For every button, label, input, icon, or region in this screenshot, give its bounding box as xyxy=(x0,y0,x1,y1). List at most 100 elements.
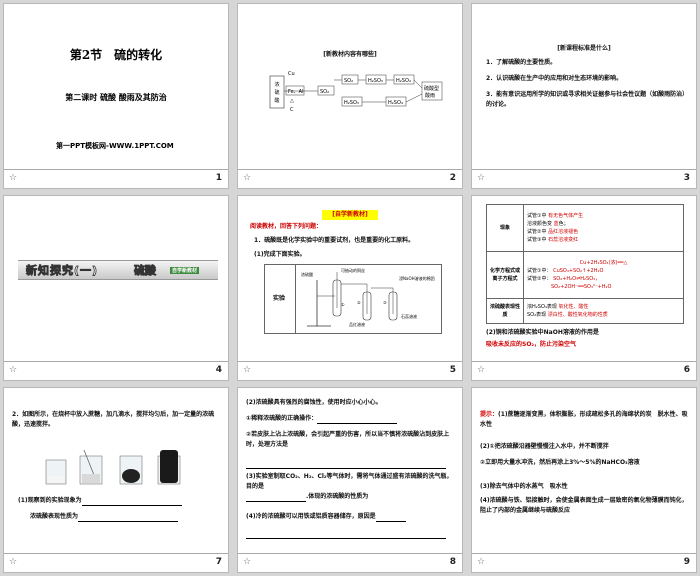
svg-text:浓: 浓 xyxy=(274,81,279,88)
question-2: 2．如图所示，在烧杯中放入蔗糖，加几滴水，搅拌均匀后，加一定量的浓硫酸，迅速搅拌… xyxy=(12,411,215,428)
apparatus-diagram: 可抽动的铜丝 浓硫酸 品红溶液 石蕊溶液 浸NaOH溶液的棉团 ① ② ③ xyxy=(301,267,435,327)
slide-subtitle: 第二课时 硫酸 酸雨及其防治 xyxy=(65,93,167,102)
copper-wire-label: 可抽动的铜丝 xyxy=(341,267,365,273)
slide-footer: ☆ 2 xyxy=(238,169,462,188)
slide-5[interactable]: [自学新教材] 阅读教材，回答下列问题： 1．硫酸既是化学实验中的重要试剂，也是… xyxy=(237,195,463,381)
question-2-3: (3)实验室制取CO₂、H₂、Cl₂等气体时，需将气体通过盛有浓硫酸的洗气瓶，目… xyxy=(246,473,453,490)
hint-answer-2: (2)①把浓硫酸沿器壁慢慢注入水中，并不断搅拌 xyxy=(480,443,609,450)
question-2-answer: 吸收未反应的SO₂，防止污染空气 xyxy=(486,341,577,348)
star-icon: ☆ xyxy=(243,365,252,375)
section-badge: 自学新教材 xyxy=(170,267,200,274)
slide-footer: ☆ 9 xyxy=(472,553,696,572)
question-1: 1．硫酸既是化学实验中的重要试剂，也是重要的化工原料。 xyxy=(254,237,415,244)
slide-8[interactable]: (2)浓硫酸具有强烈的腐蚀性，使用时应小心小心。 ①稀释浓硫酸的正确操作： ②若… xyxy=(237,387,463,573)
litmus-label: 石蕊溶液 xyxy=(401,313,417,319)
svg-text:Fe、Al: Fe、Al xyxy=(288,89,304,95)
slide-footer: ☆ 1 xyxy=(4,169,228,188)
tube-1-label: ① xyxy=(341,302,345,307)
tube-2-label: ② xyxy=(357,300,361,305)
svg-text:硫酸型: 硫酸型 xyxy=(424,85,439,92)
star-icon: ☆ xyxy=(9,365,18,375)
hint-answer-5: (4)浓硫酸与铁、铝接触时，会使金属表面生成一层致密的氧化物薄膜而钝化，阻止了内… xyxy=(480,497,688,514)
row-label-property: 浓硫酸表现性质 xyxy=(486,298,524,324)
row-label-equation: 化学方程式或离子方程式 xyxy=(486,251,524,299)
slide-9[interactable]: 提示：(1)蔗糖逐渐变黑，体积膨胀，形成疏松多孔的海绵状的炭 脱水性、吸水性 (… xyxy=(471,387,697,573)
svg-text:H₂SO₃: H₂SO₃ xyxy=(344,100,359,106)
soda-label: 浸NaOH溶液的棉团 xyxy=(399,275,435,281)
question-2-2-1: ①稀释浓硫酸的正确操作： xyxy=(246,414,456,424)
slide-header: [新教材内容有哪些] xyxy=(323,51,377,58)
slide-header: [自学新教材] xyxy=(322,210,378,220)
hint-answer-4: (3)除去气体中的水蒸气 吸水性 xyxy=(480,483,568,490)
answer-line xyxy=(246,460,446,469)
experiment-label: 实验 xyxy=(273,295,286,302)
red-solution-label: 品红溶液 xyxy=(349,321,365,327)
slide-number: 4 xyxy=(215,365,222,375)
experiment-table: 实验 可抽动的铜丝 浓硫酸 品红溶液 石蕊溶液 浸NaOH溶液的棉团 ① ② ③ xyxy=(264,264,442,334)
svg-text:酸雨: 酸雨 xyxy=(425,92,435,99)
slide-3[interactable]: [新课程标准是什么] 1．了解硫酸的主要性质。 2．认识硫酸在生产中的应用和对生… xyxy=(471,3,697,189)
svg-text:H₂SO₄: H₂SO₄ xyxy=(388,100,403,106)
slide-2[interactable]: [新教材内容有哪些] 浓硫酸 Cu Fe、Al △ C SO₂ SO₂ H₂SO… xyxy=(237,3,463,189)
concentrated-acid-label: 浓硫酸 xyxy=(301,271,313,277)
star-icon: ☆ xyxy=(9,173,18,183)
slide-footer: ☆ 6 xyxy=(472,361,696,380)
question-2-3b: .体现的浓硫酸的性质为 xyxy=(246,492,456,502)
star-icon: ☆ xyxy=(477,557,486,567)
question-2-1b: 浓硫酸表现性质为 xyxy=(30,512,179,522)
reading-intro: 阅读教材，回答下列问题： xyxy=(250,223,323,230)
standard-item-1: 1．了解硫酸的主要性质。 xyxy=(486,59,557,66)
slide-footer: ☆ 7 xyxy=(4,553,228,572)
sulfur-conversion-diagram: 浓硫酸 Cu Fe、Al △ C SO₂ SO₂ H₂SO₃ H₂SO₄ H₂S… xyxy=(269,71,443,113)
template-link: 第一PPT模板网-WWW.1PPT.COM xyxy=(56,142,174,150)
slide-footer: ☆ 3 xyxy=(472,169,696,188)
slide-number: 1 xyxy=(215,173,222,183)
hint-answer-3: ②立即用大量水冲洗，然后再涂上3%～5%的NaHCO₃溶液 xyxy=(480,459,640,466)
star-icon: ☆ xyxy=(477,365,486,375)
star-icon: ☆ xyxy=(243,557,252,567)
tube-3-label: ③ xyxy=(383,300,387,305)
slide-number: 6 xyxy=(683,365,690,375)
question-2: (2)铜和浓硫酸实验中NaOH溶液的作用是 xyxy=(486,329,599,336)
slide-number: 8 xyxy=(449,557,456,567)
star-icon: ☆ xyxy=(243,173,252,183)
section-topic: 硫酸 xyxy=(134,264,157,278)
standard-item-2: 2．认识硫酸在生产中的应用和对生态环境的影响。 xyxy=(486,75,623,82)
slide-6[interactable]: 现象 试管①中 有无色气体产生 溶液颜色变 蓝色； 试管②中 品红溶液褪色 试管… xyxy=(471,195,697,381)
slide-footer: ☆ 4 xyxy=(4,361,228,380)
experiment-results-table: 现象 试管①中 有无色气体产生 溶液颜色变 蓝色； 试管②中 品红溶液褪色 试管… xyxy=(486,204,684,324)
answer-line-2 xyxy=(246,530,446,539)
slide-number: 2 xyxy=(449,173,456,183)
svg-text:Cu: Cu xyxy=(288,71,295,77)
slide-1[interactable]: 第2节 硫的转化 第二课时 硫酸 酸雨及其防治 第一PPT模板网-WWW.1PP… xyxy=(3,3,229,189)
svg-text:H₂SO₃: H₂SO₃ xyxy=(368,78,383,84)
svg-text:酸: 酸 xyxy=(274,97,279,104)
slide-number: 3 xyxy=(683,173,690,183)
slide-footer: ☆ 5 xyxy=(238,361,462,380)
slide-header: [新课程标准是什么] xyxy=(557,45,611,52)
svg-text:SO₂: SO₂ xyxy=(344,78,353,84)
question-1a: (1)完成下面实验。 xyxy=(254,251,306,258)
slide-footer: ☆ 8 xyxy=(238,553,462,572)
svg-text:△: △ xyxy=(290,98,294,104)
svg-text:C: C xyxy=(290,107,294,113)
row-label-phenomenon: 现象 xyxy=(486,204,524,252)
hint-answer-1: 提示：(1)蔗糖逐渐变黑，体积膨胀，形成疏松多孔的海绵状的炭 脱水性、吸水性 xyxy=(480,411,688,428)
slide-number: 5 xyxy=(449,365,456,375)
question-2-2-2: ②若皮肤上沾上浓硫酸，会引起严重的伤害，所以当不慎将浓硫酸沾到皮肤上时，处理方法… xyxy=(246,431,450,448)
slide-4[interactable]: 新知探究(一) 硫酸 自学新教材 ☆ 4 xyxy=(3,195,229,381)
question-2-1: (1)观察到的实验现象为 xyxy=(18,496,182,506)
standard-item-3: 3．能有意识运用所学的知识或寻求相关证据参与社会性议题（如酸雨防治）的讨论。 xyxy=(486,91,686,108)
svg-text:SO₂: SO₂ xyxy=(320,89,329,95)
sugar-experiment-image xyxy=(45,449,181,485)
question-2-4: (4)冷的浓硫酸可以用铁或铝质容器储存，原因是 xyxy=(246,512,456,522)
section-title: 新知探究(一) xyxy=(26,264,99,278)
star-icon: ☆ xyxy=(477,173,486,183)
slide-number: 7 xyxy=(215,557,222,567)
slide-7[interactable]: 2．如图所示，在烧杯中放入蔗糖，加几滴水，搅拌均匀后，加一定量的浓硫酸，迅速搅拌… xyxy=(3,387,229,573)
slide-number: 9 xyxy=(683,557,690,567)
svg-text:H₂SO₄: H₂SO₄ xyxy=(396,78,411,84)
slide-title: 第2节 硫的转化 xyxy=(69,48,163,62)
star-icon: ☆ xyxy=(9,557,18,567)
question-2-2: (2)浓硫酸具有强烈的腐蚀性，使用时应小心小心。 xyxy=(246,399,382,406)
